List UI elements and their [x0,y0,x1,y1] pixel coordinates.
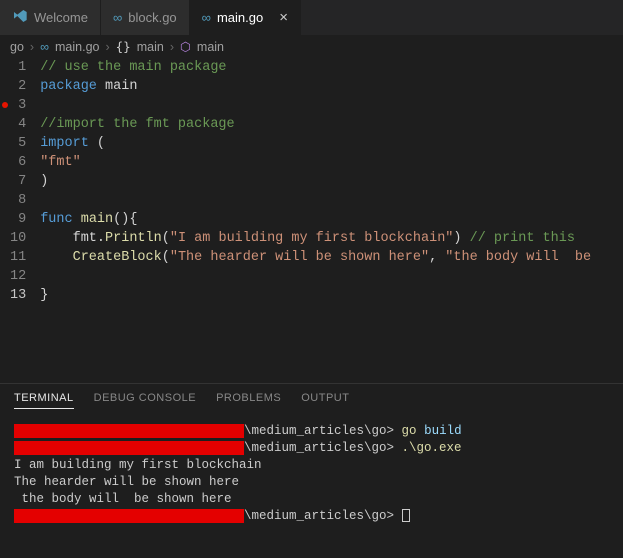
breadcrumb-root[interactable]: go [10,40,24,54]
go-file-icon: ∞ [202,10,211,25]
line-number: 13 [10,286,26,305]
vscode-icon [12,8,28,27]
line-number: 10 [10,229,26,248]
symbol-namespace-icon: {} [116,39,131,54]
tab-block-go[interactable]: ∞ block.go [101,0,190,35]
line-number: 1 [10,58,26,77]
line-number: 9 [10,210,26,229]
code-line[interactable] [40,267,623,286]
terminal-output: the body will be shown here [14,491,609,508]
line-number: 7 [10,172,26,191]
panel-tab-debug-console[interactable]: DEBUG CONSOLE [94,392,196,409]
chevron-right-icon: › [170,40,174,54]
terminal-output: The hearder will be shown here [14,474,609,491]
code-line[interactable]: CreateBlock("The hearder will be shown h… [40,248,623,267]
tab-main-go[interactable]: ∞ main.go × [190,0,301,35]
code-line[interactable]: import ( [40,134,623,153]
breakpoint-icon[interactable] [2,102,8,108]
chevron-right-icon: › [30,40,34,54]
code-line[interactable]: func main(){ [40,210,623,229]
line-number: 6 [10,153,26,172]
code-line[interactable]: "fmt" [40,153,623,172]
panel: TERMINAL DEBUG CONSOLE PROBLEMS OUTPUT \… [0,383,623,558]
go-file-icon: ∞ [40,40,49,54]
line-number: 12 [10,267,26,286]
tab-welcome[interactable]: Welcome [0,0,101,35]
line-number: 4 [10,115,26,134]
line-number: 3 [10,96,26,115]
code-line[interactable]: package main [40,77,623,96]
code-line[interactable]: fmt.Println("I am building my first bloc… [40,229,623,248]
close-icon[interactable]: × [279,9,288,26]
tab-bar: Welcome ∞ block.go ∞ main.go × [0,0,623,35]
terminal-output: I am building my first blockchain [14,457,609,474]
chevron-right-icon: › [105,40,109,54]
code-line[interactable]: ) [40,172,623,191]
terminal-prompt: \medium_articles\go> [14,508,609,525]
code-line[interactable] [40,191,623,210]
code-editor[interactable]: 12345678910111213 // use the main packag… [0,58,623,305]
tab-label: Welcome [34,10,88,25]
line-gutter: 12345678910111213 [0,58,40,305]
panel-tab-terminal[interactable]: TERMINAL [14,392,74,409]
code-line[interactable]: // use the main package [40,58,623,77]
code-area[interactable]: // use the main packagepackage main //imp… [40,58,623,305]
panel-tab-output[interactable]: OUTPUT [301,392,349,409]
breadcrumb-file[interactable]: main.go [55,40,99,54]
go-file-icon: ∞ [113,10,122,25]
tab-label: block.go [128,10,176,25]
breadcrumb-symbol[interactable]: main [137,40,164,54]
redacted-path [14,424,244,438]
breadcrumb-symbol[interactable]: main [197,40,224,54]
redacted-path [14,509,244,523]
redacted-path [14,441,244,455]
line-number: 11 [10,248,26,267]
tab-label: main.go [217,10,263,25]
panel-tabs: TERMINAL DEBUG CONSOLE PROBLEMS OUTPUT [0,384,623,415]
line-number: 8 [10,191,26,210]
symbol-method-icon: ⬡ [180,39,191,54]
terminal-cursor [402,509,410,522]
panel-tab-problems[interactable]: PROBLEMS [216,392,281,409]
code-line[interactable]: //import the fmt package [40,115,623,134]
breadcrumb[interactable]: go › ∞ main.go › {} main › ⬡ main [0,35,623,58]
line-number: 5 [10,134,26,153]
terminal-line: \medium_articles\go> go build [14,423,609,440]
code-line[interactable] [40,96,623,115]
line-number: 2 [10,77,26,96]
terminal[interactable]: \medium_articles\go> go build \medium_ar… [0,415,623,533]
terminal-line: \medium_articles\go> .\go.exe [14,440,609,457]
code-line[interactable]: } [40,286,623,305]
